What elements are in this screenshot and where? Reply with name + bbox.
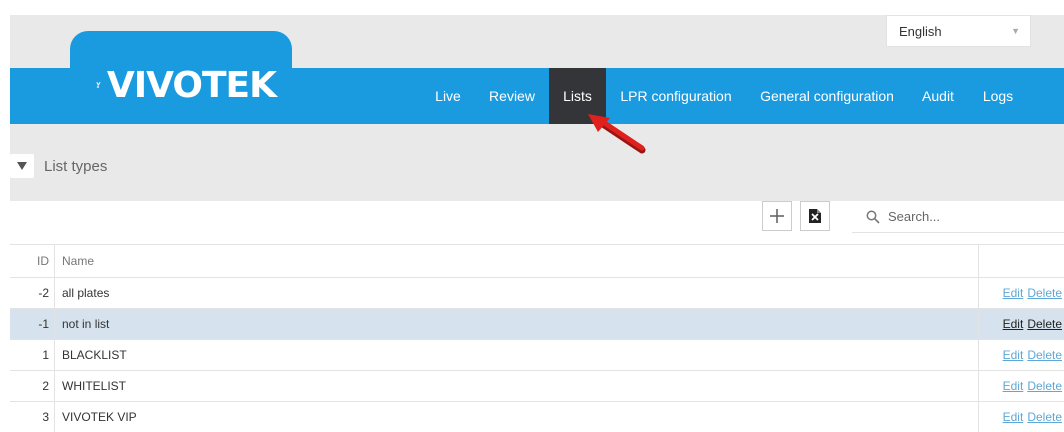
nav-review[interactable]: Review <box>482 68 542 124</box>
row-id: -1 <box>10 309 55 339</box>
language-value: English <box>899 23 942 39</box>
export-excel-button[interactable] <box>800 201 830 231</box>
search-input[interactable] <box>888 209 1038 224</box>
search-icon <box>866 210 880 224</box>
edit-link[interactable]: Edit <box>1003 348 1024 362</box>
row-actions: Edit Delete <box>978 371 1064 401</box>
vivotek-logo: VIVOTEK <box>96 55 277 115</box>
row-actions: Edit Delete <box>978 309 1064 339</box>
plus-icon <box>770 209 784 223</box>
table-row[interactable]: 3 VIVOTEK VIP Edit Delete <box>10 401 1064 432</box>
table-row[interactable]: 2 WHITELIST Edit Delete <box>10 370 1064 401</box>
edit-link[interactable]: Edit <box>1003 317 1024 331</box>
column-header-id[interactable]: ID <box>10 245 55 277</box>
nav-general-configuration[interactable]: General configuration <box>754 68 900 124</box>
nav-logs[interactable]: Logs <box>975 68 1021 124</box>
language-select[interactable]: English ▼ <box>886 15 1031 47</box>
delete-link[interactable]: Delete <box>1027 348 1062 362</box>
row-name: all plates <box>62 286 110 300</box>
edit-link[interactable]: Edit <box>1003 410 1024 424</box>
triangle-down-icon <box>17 162 27 170</box>
row-name: VIVOTEK VIP <box>62 410 137 424</box>
edit-link[interactable]: Edit <box>1003 379 1024 393</box>
column-header-actions <box>978 245 1064 277</box>
row-actions: Edit Delete <box>978 402 1064 432</box>
nav-live[interactable]: Live <box>428 68 468 124</box>
row-name: not in list <box>62 317 110 331</box>
table-header-row: ID Name <box>10 244 1064 277</box>
chevron-down-icon: ▼ <box>1011 26 1020 36</box>
row-actions: Edit Delete <box>978 340 1064 370</box>
add-button[interactable] <box>762 201 792 231</box>
delete-link[interactable]: Delete <box>1027 317 1062 331</box>
table-row[interactable]: -1 not in list Edit Delete <box>10 308 1064 339</box>
edit-link[interactable]: Edit <box>1003 286 1024 300</box>
table-row[interactable]: -2 all plates Edit Delete <box>10 277 1064 308</box>
table-row[interactable]: 1 BLACKLIST Edit Delete <box>10 339 1064 370</box>
section-title: List types <box>44 157 108 175</box>
nav-audit[interactable]: Audit <box>913 68 963 124</box>
delete-link[interactable]: Delete <box>1027 379 1062 393</box>
row-name: BLACKLIST <box>62 348 127 362</box>
list-types-table: ID Name -2 all plates Edit Delete -1 not… <box>10 244 1064 432</box>
red-arrow-icon <box>588 114 646 154</box>
row-id: 2 <box>10 371 55 401</box>
row-id: 3 <box>10 402 55 432</box>
search-box <box>852 201 1064 233</box>
logo-text: VIVOTEK <box>106 64 277 106</box>
delete-link[interactable]: Delete <box>1027 286 1062 300</box>
column-header-name[interactable]: Name <box>62 245 94 277</box>
vivotek-logo-icon <box>96 82 101 88</box>
row-actions: Edit Delete <box>978 278 1064 308</box>
delete-link[interactable]: Delete <box>1027 410 1062 424</box>
row-name: WHITELIST <box>62 379 127 393</box>
row-id: 1 <box>10 340 55 370</box>
collapse-toggle[interactable] <box>10 154 34 178</box>
list-types-header[interactable]: List types <box>10 152 107 180</box>
excel-icon <box>809 209 821 223</box>
row-id: -2 <box>10 278 55 308</box>
